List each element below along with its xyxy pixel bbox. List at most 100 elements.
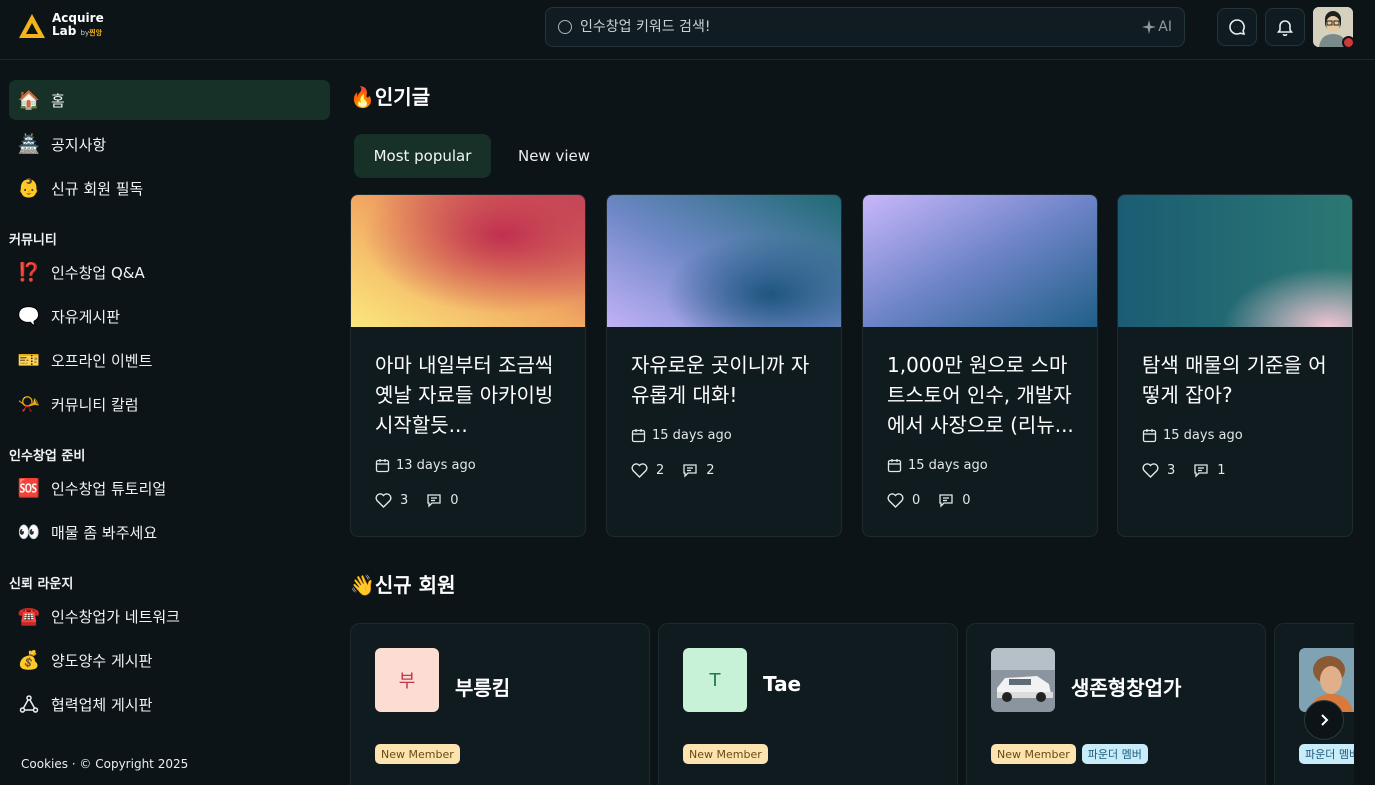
comment-icon[interactable] xyxy=(682,463,698,478)
eyes-icon: 👀 xyxy=(17,521,41,543)
badge-founder-member: 파운더 멤버 xyxy=(1299,744,1354,764)
post-title: 자유로운 곳이니까 자유롭게 대화! xyxy=(631,353,810,407)
member-card[interactable]: 생존형창업가 New Member 파운더 멤버 xyxy=(966,623,1266,785)
post-date: 15 days ago xyxy=(1163,428,1243,443)
footer-copyright[interactable]: Cookies · © Copyright 2025 xyxy=(21,757,188,771)
section-trust-lounge: 신뢰 라운지 xyxy=(9,577,74,592)
sidebar-item-label: 협력업체 게시판 xyxy=(51,695,153,714)
ai-label: AI xyxy=(1158,19,1172,35)
sidebar-item-label: 공지사항 xyxy=(51,135,107,154)
logo[interactable]: Acquire Lab by찐앙 xyxy=(18,12,104,40)
comment-icon[interactable] xyxy=(426,493,442,508)
calendar-icon xyxy=(1142,429,1157,443)
member-name: Tae xyxy=(763,672,802,696)
like-count: 3 xyxy=(400,493,409,508)
logo-line2: Lab xyxy=(52,24,77,38)
post-title: 탐색 매물의 기준을 어떻게 잡아? xyxy=(1142,353,1327,407)
calendar-icon xyxy=(631,429,646,443)
new-members-title: 👋신규 회원 xyxy=(350,573,456,597)
post-card[interactable]: 자유로운 곳이니까 자유롭게 대화! 15 days ago 2 2 xyxy=(606,194,842,537)
members-carousel: 부 부릉킴 New Member T Tae New Member 생존형창업가… xyxy=(350,600,1354,785)
sidebar-item-tutorial[interactable]: 🆘 인수창업 튜토리얼 xyxy=(9,468,330,508)
exclamation-question-icon: ⁉️ xyxy=(17,261,41,283)
post-card[interactable]: 1,000만 원으로 스마트스토어 인수, 개발자에서 사장으로 (리뉴... … xyxy=(862,194,1098,537)
post-card[interactable]: 탐색 매물의 기준을 어떻게 잡아? 15 days ago 3 1 xyxy=(1117,194,1353,537)
heart-icon[interactable] xyxy=(887,493,904,508)
member-name: 생존형창업가 xyxy=(1071,676,1182,700)
logo-brand: 찐앙 xyxy=(89,29,103,37)
sidebar-item-label: 매물 좀 봐주세요 xyxy=(51,523,158,542)
post-thumbnail xyxy=(1118,195,1352,327)
badge-new-member: New Member xyxy=(375,744,460,764)
sidebar-item-home[interactable]: 🏠 홈 xyxy=(9,80,330,120)
comment-count: 2 xyxy=(706,463,715,478)
comment-icon[interactable] xyxy=(938,493,954,508)
member-avatar xyxy=(991,648,1055,712)
chat-button[interactable] xyxy=(1217,8,1257,46)
search-icon xyxy=(558,20,572,34)
sidebar-item-label: 양도양수 게시판 xyxy=(51,651,153,670)
ticket-icon: 🎫 xyxy=(17,349,41,371)
search-bar[interactable]: AI xyxy=(545,7,1185,47)
heart-icon[interactable] xyxy=(631,463,648,478)
heart-icon[interactable] xyxy=(375,493,392,508)
search-input[interactable] xyxy=(580,19,1143,35)
chat-icon xyxy=(1229,19,1246,36)
sidebar-item-label: 홈 xyxy=(51,91,65,110)
post-card[interactable]: 아마 내일부터 조금씩 옛날 자료들 아카이빙 시작할듯... 13 days … xyxy=(350,194,586,537)
member-card[interactable]: 부 부릉킴 New Member xyxy=(350,623,650,785)
popular-title: 🔥인기글 xyxy=(350,85,431,109)
post-title: 아마 내일부터 조금씩 옛날 자료들 아카이빙 시작할듯... xyxy=(375,353,554,437)
post-title: 1,000만 원으로 스마트스토어 인수, 개발자에서 사장으로 (리뉴... xyxy=(887,353,1074,437)
sidebar-item-review-listing[interactable]: 👀 매물 좀 봐주세요 xyxy=(9,512,330,552)
sidebar-item-notice[interactable]: 🏯 공지사항 xyxy=(9,124,330,164)
home-icon: 🏠 xyxy=(17,89,41,111)
section-community: 커뮤니티 xyxy=(9,233,57,248)
badge-new-member: New Member xyxy=(991,744,1076,764)
car-photo-icon xyxy=(991,648,1055,712)
like-count: 3 xyxy=(1167,463,1176,478)
ai-search-button[interactable]: AI xyxy=(1142,19,1172,35)
comment-count: 1 xyxy=(1217,463,1226,478)
carousel-next-button[interactable] xyxy=(1304,700,1344,740)
notification-button[interactable] xyxy=(1265,8,1305,46)
telephone-icon: ☎️ xyxy=(17,605,41,627)
sidebar-item-column[interactable]: 📯 커뮤니티 칼럼 xyxy=(9,384,330,424)
sidebar-item-transfer[interactable]: 💰 양도양수 게시판 xyxy=(9,640,330,680)
sidebar-item-label: 오프라인 이벤트 xyxy=(51,351,153,370)
badge-new-member: New Member xyxy=(683,744,768,764)
tab-most-popular[interactable]: Most popular xyxy=(354,134,491,178)
member-name: 부릉킴 xyxy=(455,676,511,700)
member-card[interactable]: T Tae New Member xyxy=(658,623,958,785)
comment-icon[interactable] xyxy=(1193,463,1209,478)
badge-founder-member: 파운더 멤버 xyxy=(1081,744,1148,764)
heart-icon[interactable] xyxy=(1142,463,1159,478)
sidebar-item-label: 인수창업 Q&A xyxy=(51,263,145,282)
sidebar-item-label: 인수창업가 네트워크 xyxy=(51,607,180,626)
comment-count: 0 xyxy=(450,493,459,508)
post-thumbnail xyxy=(351,195,585,327)
sidebar: 🏠 홈 🏯 공지사항 👶 신규 회원 필독 커뮤니티 ⁉️ 인수창업 Q&A 🗨… xyxy=(0,60,340,785)
sidebar-item-qna[interactable]: ⁉️ 인수창업 Q&A xyxy=(9,252,330,292)
sidebar-item-label: 커뮤니티 칼럼 xyxy=(51,395,139,414)
post-thumbnail xyxy=(607,195,841,327)
sidebar-item-partners[interactable]: 협력업체 게시판 xyxy=(9,684,330,724)
tab-new-view[interactable]: New view xyxy=(500,134,608,178)
section-preparation: 인수창업 준비 xyxy=(9,449,86,464)
post-date: 13 days ago xyxy=(396,458,476,473)
logo-by: by xyxy=(80,29,90,37)
share-icon xyxy=(17,692,41,716)
post-date: 15 days ago xyxy=(652,428,732,443)
top-header: Acquire Lab by찐앙 AI xyxy=(0,0,1375,60)
logo-mark-icon xyxy=(19,14,45,38)
sidebar-item-label: 인수창업 튜토리얼 xyxy=(51,479,167,498)
baby-icon: 👶 xyxy=(17,177,41,199)
sidebar-item-new-member-guide[interactable]: 👶 신규 회원 필독 xyxy=(9,168,330,208)
sidebar-item-network[interactable]: ☎️ 인수창업가 네트워크 xyxy=(9,596,330,636)
sidebar-item-free-board[interactable]: 🗨️ 자유게시판 xyxy=(9,296,330,336)
like-count: 0 xyxy=(912,493,921,508)
horn-icon: 📯 xyxy=(17,393,41,415)
sidebar-item-offline-event[interactable]: 🎫 오프라인 이벤트 xyxy=(9,340,330,380)
calendar-icon xyxy=(887,459,902,473)
member-avatar: 부 xyxy=(375,648,439,712)
